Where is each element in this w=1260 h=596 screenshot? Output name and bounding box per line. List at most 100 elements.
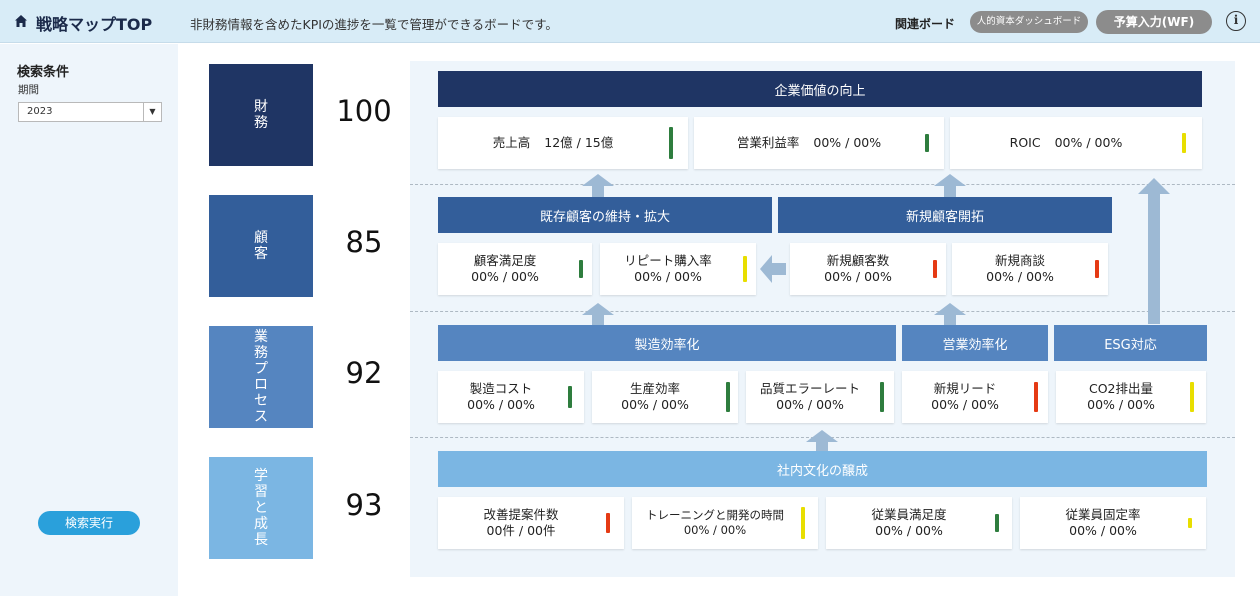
arrow-up-icon <box>934 303 966 327</box>
kpi-value: 00% / 00% <box>471 269 539 284</box>
objective-culture: 社内文化の醸成 <box>438 451 1207 487</box>
kpi-value: 00% / 00% <box>1054 134 1123 150</box>
kpi-value: 00% / 00% <box>931 397 999 412</box>
kpi-label: 製造コスト <box>469 380 533 396</box>
objective-manufacturing-efficiency: 製造効率化 <box>438 325 896 361</box>
kpi-status-bar <box>880 382 884 412</box>
perspective-label: 業務プロセス <box>254 328 268 426</box>
kpi-card-production-efficiency[interactable]: 生産効率 00% / 00% <box>592 371 738 423</box>
kpi-card-operating-margin[interactable]: 営業利益率 00% / 00% <box>694 117 944 169</box>
objective-enterprise-value: 企業価値の向上 <box>438 71 1202 107</box>
info-icon[interactable]: i <box>1226 11 1246 31</box>
kpi-value: 00% / 00% <box>1069 523 1137 538</box>
arrow-up-icon <box>1138 178 1170 324</box>
kpi-card-co2-emissions[interactable]: CO2排出量 00% / 00% <box>1056 371 1206 423</box>
kpi-status-bar <box>669 127 673 159</box>
kpi-status-bar <box>933 260 937 278</box>
kpi-status-bar <box>1188 518 1192 528</box>
kpi-value: 00% / 00% <box>776 397 844 412</box>
kpi-status-bar <box>1034 382 1038 412</box>
perspective-label: 財務 <box>254 98 268 131</box>
kpi-card-employee-satisfaction[interactable]: 従業員満足度 00% / 00% <box>826 497 1012 549</box>
kpi-value: 00件 / 00件 <box>486 523 556 538</box>
kpi-value: 00% / 00% <box>986 269 1054 284</box>
strategy-map: 企業価値の向上 既存顧客の維持・拡大 新規顧客開拓 製造効率化 営業効率化 ES… <box>410 61 1235 577</box>
kpi-status-bar <box>743 256 747 282</box>
hr-dashboard-button[interactable]: 人的資本ダッシュボード <box>970 11 1088 33</box>
score-customer: 85 <box>345 225 383 259</box>
kpi-value: 00% / 00% <box>875 523 943 538</box>
kpi-card-new-customers[interactable]: 新規顧客数 00% / 00% <box>790 243 946 295</box>
kpi-value: 00% / 00% <box>1087 397 1155 412</box>
kpi-status-bar <box>801 507 805 539</box>
budget-input-button[interactable]: 予算入力(WF) <box>1096 10 1212 34</box>
related-boards-label: 関連ボード <box>895 17 956 31</box>
kpi-card-customer-satisfaction[interactable]: 顧客満足度 00% / 00% <box>438 243 592 295</box>
kpi-label: 新規リード <box>933 380 997 396</box>
kpi-row: ROIC 00% / 00% <box>1010 135 1123 151</box>
home-icon[interactable] <box>14 14 28 28</box>
chevron-down-icon[interactable]: ▼ <box>143 103 161 121</box>
kpi-status-bar <box>995 514 999 532</box>
page-title: 戦略マップTOP <box>36 15 153 34</box>
kpi-value: 00% / 00% <box>467 397 535 412</box>
kpi-card-employee-retention[interactable]: 従業員固定率 00% / 00% <box>1020 497 1206 549</box>
objective-sales-efficiency: 営業効率化 <box>902 325 1048 361</box>
kpi-value: 00% / 00% <box>824 269 892 284</box>
kpi-label: 新規顧客数 <box>826 252 890 268</box>
divider <box>410 311 1235 312</box>
objective-new-customers: 新規顧客開拓 <box>778 197 1112 233</box>
kpi-card-roic[interactable]: ROIC 00% / 00% <box>950 117 1202 169</box>
kpi-card-new-deals[interactable]: 新規商談 00% / 00% <box>952 243 1108 295</box>
period-select[interactable]: 2023 ▼ <box>18 102 162 122</box>
period-label: 期間 <box>18 84 39 96</box>
kpi-card-new-leads[interactable]: 新規リード 00% / 00% <box>902 371 1048 423</box>
kpi-label: 従業員満足度 <box>871 506 947 522</box>
kpi-value: 00% / 00% <box>683 523 747 537</box>
perspective-customer: 顧客 <box>209 195 313 297</box>
kpi-value: 00% / 00% <box>634 269 702 284</box>
perspective-label: 学習と成長 <box>254 467 268 549</box>
kpi-status-bar <box>568 386 572 408</box>
kpi-label: 従業員固定率 <box>1065 506 1141 522</box>
kpi-label: 生産効率 <box>629 380 680 396</box>
kpi-label: リピート購入率 <box>624 252 712 268</box>
search-sidebar: 検索条件 期間 2023 ▼ 検索実行 <box>0 44 178 596</box>
arrow-up-icon <box>582 174 614 198</box>
kpi-status-bar <box>1190 382 1194 412</box>
kpi-status-bar <box>606 513 610 533</box>
kpi-label: 改善提案件数 <box>483 506 559 522</box>
kpi-label: ROIC <box>1009 134 1041 150</box>
kpi-status-bar <box>579 260 583 278</box>
score-learning-growth: 93 <box>345 488 383 522</box>
kpi-label: CO2排出量 <box>1088 380 1154 396</box>
arrow-up-icon <box>934 174 966 198</box>
kpi-card-manufacturing-cost[interactable]: 製造コスト 00% / 00% <box>438 371 584 423</box>
perspective-label: 顧客 <box>254 229 268 262</box>
kpi-value: 12億 / 15億 <box>544 134 614 150</box>
kpi-label: 顧客満足度 <box>473 252 537 268</box>
kpi-label: 営業利益率 <box>736 134 800 150</box>
score-financial: 100 <box>336 94 392 128</box>
kpi-row: 営業利益率 00% / 00% <box>737 135 881 151</box>
kpi-card-training-hours[interactable]: トレーニングと開発の時間 00% / 00% <box>632 497 818 549</box>
kpi-value: 00% / 00% <box>621 397 689 412</box>
objective-existing-customers: 既存顧客の維持・拡大 <box>438 197 772 233</box>
perspective-learning-growth: 学習と成長 <box>209 457 313 559</box>
arrow-left-icon <box>760 255 786 283</box>
period-value: 2023 <box>27 106 53 117</box>
search-execute-button[interactable]: 検索実行 <box>38 511 140 535</box>
score-business-process: 92 <box>345 356 383 390</box>
objective-esg: ESG対応 <box>1054 325 1207 361</box>
kpi-status-bar <box>1095 260 1099 278</box>
kpi-card-quality-error-rate[interactable]: 品質エラーレート 00% / 00% <box>746 371 894 423</box>
kpi-row: 売上高 12億 / 15億 <box>493 135 614 151</box>
kpi-card-improvement-proposals[interactable]: 改善提案件数 00件 / 00件 <box>438 497 624 549</box>
kpi-card-repeat-purchase[interactable]: リピート購入率 00% / 00% <box>600 243 756 295</box>
kpi-card-sales[interactable]: 売上高 12億 / 15億 <box>438 117 688 169</box>
kpi-status-bar <box>726 382 730 412</box>
kpi-label: 品質エラーレート <box>759 380 860 396</box>
search-conditions-title: 検索条件 <box>17 65 70 80</box>
perspective-financial: 財務 <box>209 64 313 166</box>
arrow-up-icon <box>582 303 614 327</box>
